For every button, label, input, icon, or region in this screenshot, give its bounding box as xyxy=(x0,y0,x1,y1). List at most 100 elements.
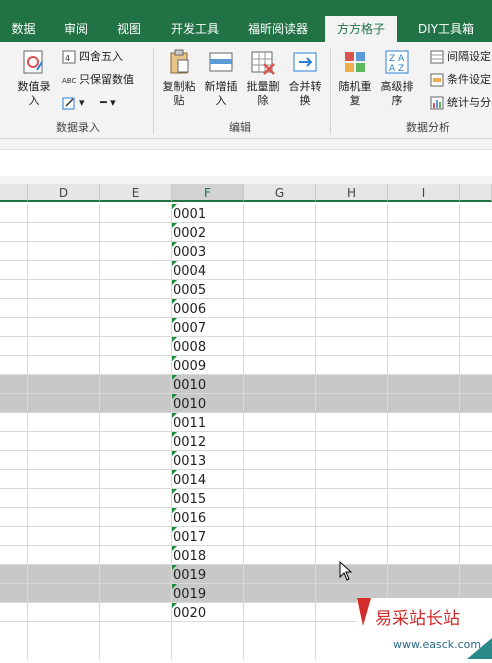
text-number-indicator-icon xyxy=(172,356,177,361)
cell-f[interactable]: 0008 xyxy=(172,337,242,356)
worksheet-grid[interactable]: 0001 0002 0003 0004 0005 0006 0007 0008 0009 0010… xyxy=(0,204,492,659)
column-header-h[interactable]: H xyxy=(316,184,388,202)
grid-line xyxy=(387,204,388,659)
column-header-d[interactable]: D xyxy=(28,184,100,202)
cell-f[interactable]: 0007 xyxy=(172,318,242,337)
edit-dropdown-button[interactable]: ▾ xyxy=(62,94,85,112)
table-row[interactable]: 0018 xyxy=(0,546,492,565)
table-row[interactable]: 0007 xyxy=(0,318,492,337)
svg-text:Z A: Z A xyxy=(389,54,405,64)
cell-f[interactable]: 0004 xyxy=(172,261,242,280)
cell-f[interactable]: 0015 xyxy=(172,489,242,508)
text-number-indicator-icon xyxy=(172,546,177,551)
insert-new-button[interactable]: 新增插 入 xyxy=(201,48,241,116)
cell-f[interactable]: 0019 xyxy=(172,584,242,603)
table-row[interactable]: 0008 xyxy=(0,337,492,356)
cell-f[interactable]: 0012 xyxy=(172,432,242,451)
table-row[interactable]: 0006 xyxy=(0,299,492,318)
cell-f[interactable]: 0006 xyxy=(172,299,242,318)
cell-value: 0018 xyxy=(173,549,207,564)
random-repeat-button[interactable]: 随机重 复 xyxy=(335,48,375,116)
table-row[interactable]: 0009 xyxy=(0,356,492,375)
cell-f[interactable]: 0020 xyxy=(172,603,242,622)
cell-value: 0006 xyxy=(173,302,207,317)
table-row[interactable]: 0017 xyxy=(0,527,492,546)
merge-convert-button[interactable]: 合并转 换 xyxy=(285,48,325,116)
keep-value-button[interactable]: ABC 只保留数值 xyxy=(62,71,134,89)
table-row[interactable]: 0019 xyxy=(0,565,492,584)
cell-f[interactable]: 0010 xyxy=(172,375,242,394)
chevron-down-icon: ▾ xyxy=(110,96,116,109)
text-number-indicator-icon xyxy=(172,223,177,228)
text-number-indicator-icon xyxy=(172,584,177,589)
column-header-e[interactable]: E xyxy=(100,184,172,202)
cell-f[interactable]: 0002 xyxy=(172,223,242,242)
numeric-entry-label: 数值录 入 xyxy=(17,80,51,107)
cell-f[interactable]: 0009 xyxy=(172,356,242,375)
table-row[interactable]: 0013 xyxy=(0,451,492,470)
cell-f[interactable]: 0011 xyxy=(172,413,242,432)
table-row[interactable]: 0002 xyxy=(0,223,492,242)
grid-line xyxy=(27,204,28,659)
table-row[interactable]: 0015 xyxy=(0,489,492,508)
column-header-partial[interactable] xyxy=(460,184,492,202)
cell-f[interactable]: 0001 xyxy=(172,204,242,223)
table-row[interactable]: 0003 xyxy=(0,242,492,261)
interval-button[interactable]: 间隔设定 xyxy=(430,48,491,66)
cell-f[interactable]: 0010 xyxy=(172,394,242,413)
cell-f[interactable]: 0016 xyxy=(172,508,242,527)
cell-f[interactable]: 0018 xyxy=(172,546,242,565)
text-number-indicator-icon xyxy=(172,299,177,304)
tab-developer[interactable]: 开发工具 xyxy=(162,16,228,42)
grid-line xyxy=(171,204,172,659)
condition-button[interactable]: 条件设定 xyxy=(430,71,491,89)
table-row[interactable]: 0012 xyxy=(0,432,492,451)
tab-data[interactable]: 数据 xyxy=(0,16,47,42)
column-header-g[interactable]: G xyxy=(244,184,316,202)
condition-icon xyxy=(430,73,444,87)
table-row[interactable]: 0016 xyxy=(0,508,492,527)
cell-f[interactable]: 0017 xyxy=(172,527,242,546)
advanced-sort-button[interactable]: Z AA Z 高级排 序 xyxy=(377,48,417,116)
cell-f[interactable]: 0014 xyxy=(172,470,242,489)
formula-bar[interactable] xyxy=(0,149,492,177)
table-row[interactable]: 0001 xyxy=(0,204,492,223)
numeric-entry-button[interactable]: 数值录 入 xyxy=(14,48,54,116)
tab-view[interactable]: 视图 xyxy=(107,16,151,42)
cell-f[interactable]: 0013 xyxy=(172,451,242,470)
table-row[interactable]: 0004 xyxy=(0,261,492,280)
interval-label: 间隔设定 xyxy=(447,50,491,63)
cell-value: 0020 xyxy=(173,606,207,621)
stats-button[interactable]: 统计与分 xyxy=(430,94,491,112)
column-header-f[interactable]: F xyxy=(172,184,244,202)
table-row[interactable]: 0005 xyxy=(0,280,492,299)
tab-review[interactable]: 审阅 xyxy=(54,16,98,42)
round-button[interactable]: 4 四舍五入 xyxy=(62,48,123,66)
table-row[interactable]: 0010 xyxy=(0,394,492,413)
table-row[interactable]: 0011 xyxy=(0,413,492,432)
keep-value-label: 只保留数值 xyxy=(79,73,134,86)
group-separator xyxy=(330,48,331,134)
cell-value: 0015 xyxy=(173,492,207,507)
column-header-i[interactable]: I xyxy=(388,184,460,202)
tab-foxit-reader[interactable]: 福昕阅读器 xyxy=(238,16,318,42)
cell-f[interactable]: 0019 xyxy=(172,565,242,584)
table-row[interactable]: 0010 xyxy=(0,375,492,394)
batch-delete-button[interactable]: 批量删 除 xyxy=(243,48,283,116)
text-number-indicator-icon xyxy=(172,375,177,380)
cell-value: 0014 xyxy=(173,473,207,488)
text-number-indicator-icon xyxy=(172,280,177,285)
text-number-indicator-icon xyxy=(172,508,177,513)
round-icon: 4 xyxy=(62,50,76,64)
cell-f[interactable]: 0003 xyxy=(172,242,242,261)
text-number-indicator-icon xyxy=(172,565,177,570)
line-dropdown-button[interactable]: ━ ▾ xyxy=(100,94,116,112)
tab-diy-toolbox[interactable]: DIY工具箱 xyxy=(406,16,486,42)
table-row[interactable]: 0014 xyxy=(0,470,492,489)
cell-f[interactable]: 0005 xyxy=(172,280,242,299)
ribbon-gap xyxy=(0,139,492,149)
column-header-partial[interactable] xyxy=(0,184,28,202)
copy-paste-button[interactable]: 复制粘 贴 xyxy=(159,48,199,116)
tab-fangfang-gezi[interactable]: 方方格子 xyxy=(325,16,397,42)
text-number-indicator-icon xyxy=(172,242,177,247)
